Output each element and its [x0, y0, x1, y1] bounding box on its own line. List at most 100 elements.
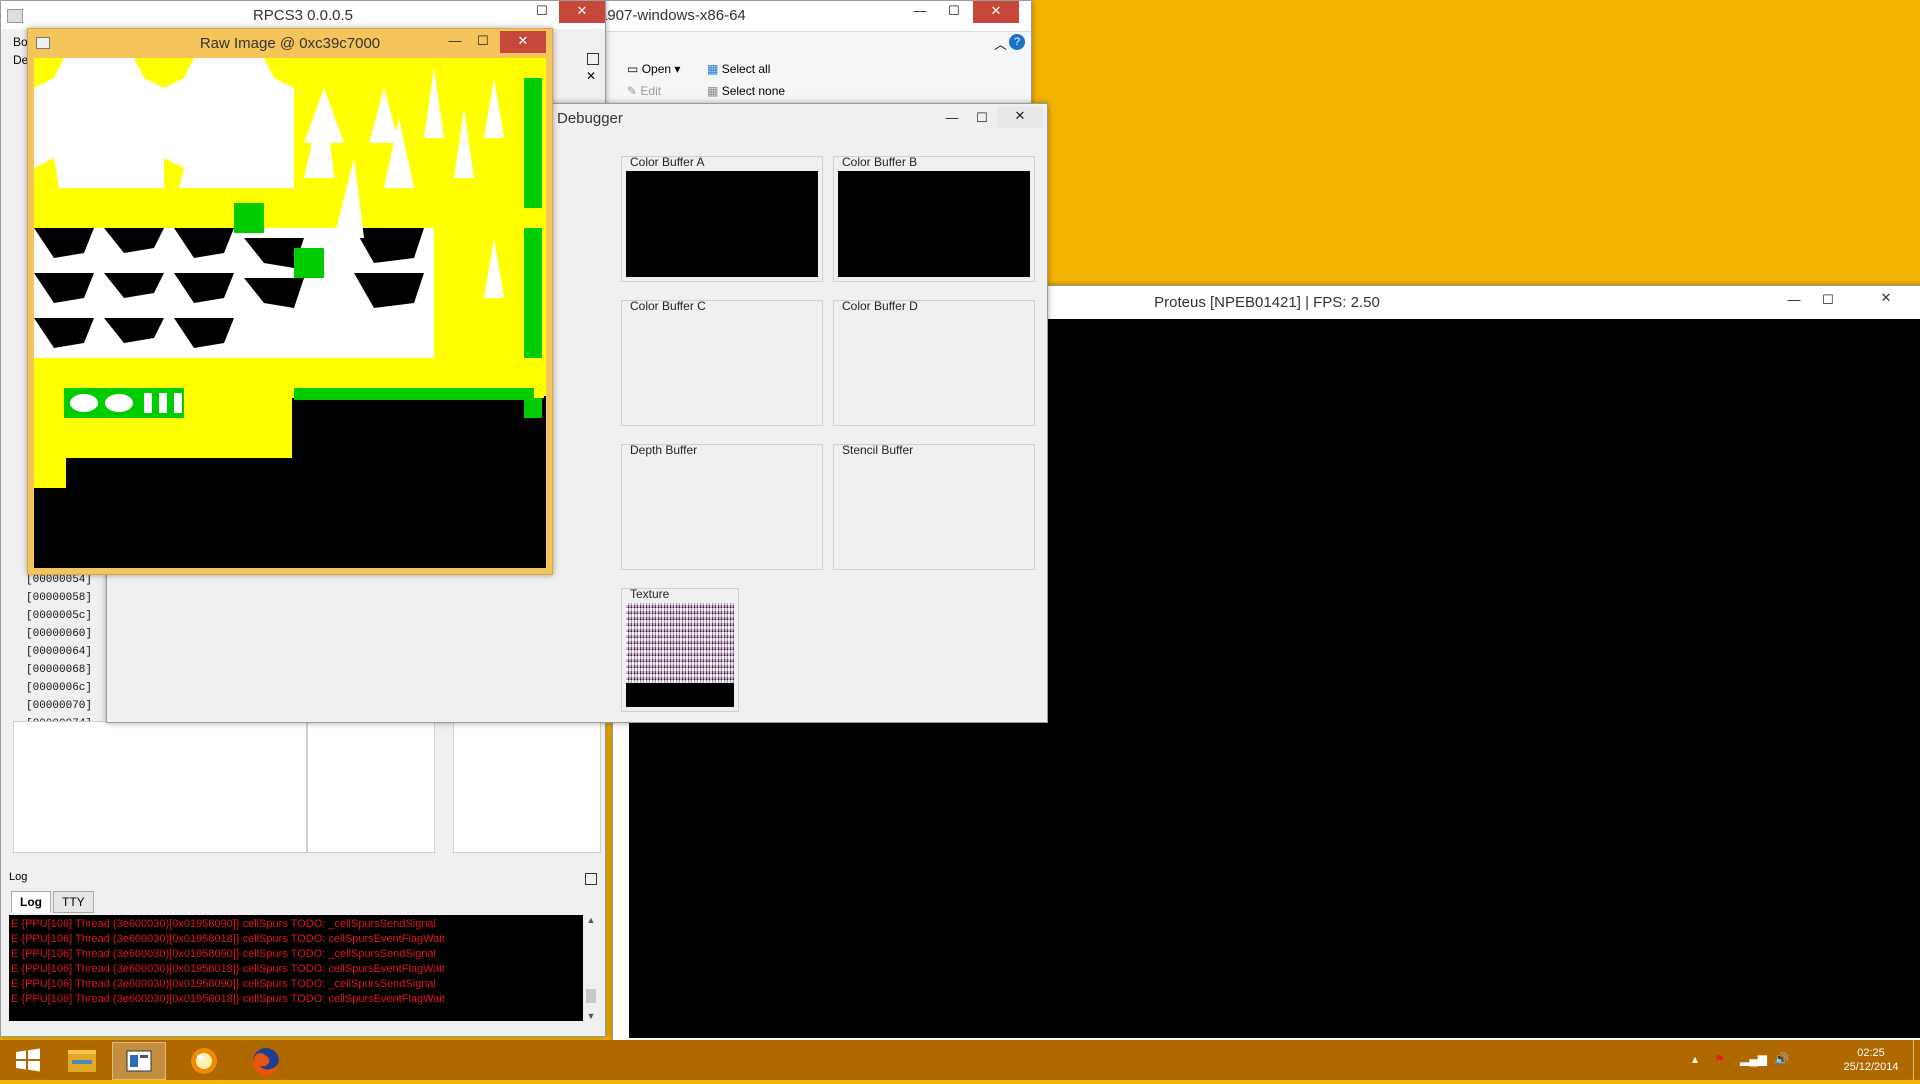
raw-image-window: Raw Image @ 0xc39c7000 — ☐ ✕ [27, 28, 553, 575]
debugger-body: Color Buffer A Color Buffer B Color Buff… [613, 142, 1035, 714]
taskbar: ▴ ⚑ ▂▄▆ 🔊 02:25 25/12/2014 [0, 1040, 1920, 1080]
middle-pane [307, 721, 435, 853]
address-row: [00000060] [26, 628, 93, 640]
show-hidden-icons-icon[interactable]: ▴ [1692, 1052, 1698, 1066]
file-explorer-icon[interactable] [56, 1042, 108, 1078]
volume-icon[interactable]: 🔊 [1774, 1052, 1789, 1066]
texture-view[interactable] [626, 603, 734, 707]
color-buffer-d-label: Color Buffer D [842, 299, 918, 313]
float-button[interactable] [587, 53, 599, 65]
rpcs3-titlebar: RPCS3 0.0.0.5 ☐ ✕ [1, 1, 605, 29]
select-none-label: Select none [721, 84, 786, 98]
select-all-icon: ▦ [707, 62, 719, 76]
rpcs3-title: RPCS3 0.0.0.5 [252, 7, 354, 24]
maximize-button[interactable]: ☐ [525, 1, 559, 23]
color-buffer-d-panel: Color Buffer D [833, 299, 1035, 426]
select-all-label: Select all [721, 62, 771, 76]
select-none-icon: ▦ [707, 84, 719, 98]
help-icon[interactable]: ? [1009, 34, 1025, 50]
address-row: [00000064] [26, 646, 93, 658]
show-desktop-button[interactable] [1913, 1040, 1920, 1080]
color-buffer-c-label: Color Buffer C [630, 299, 706, 313]
address-list: [00000054] [00000058] [0000005c] [000000… [26, 571, 92, 733]
color-buffer-c-panel: Color Buffer C [621, 299, 823, 426]
rpcs3-app-icon[interactable] [112, 1042, 166, 1080]
right-pane [453, 721, 601, 853]
log-line: E {PPU[106] Thread (3e600030)[0x01958018… [11, 993, 445, 1005]
collapse-ribbon-icon[interactable]: ︿ [994, 34, 1007, 53]
ppsspp-icon[interactable] [178, 1042, 230, 1078]
depth-buffer-label: Depth Buffer [630, 443, 698, 457]
ribbon: ︿ ? ▭ Open ▾ ✎ Edit ▦ Select all ▦ Selec… [591, 31, 1031, 111]
close-button[interactable]: ✕ [973, 1, 1019, 23]
minimize-button[interactable]: — [903, 1, 937, 23]
color-buffer-a-view[interactable] [626, 171, 818, 277]
explorer-title: a907-windows-x86-64 [599, 7, 746, 24]
close-pane-icon[interactable]: ✕ [586, 69, 596, 83]
clock-time: 02:25 [1857, 1047, 1885, 1059]
system-tray: ▴ ⚑ ▂▄▆ 🔊 [1692, 1052, 1802, 1068]
windows-start-icon[interactable] [2, 1042, 54, 1078]
close-button[interactable]: ✕ [997, 106, 1043, 128]
color-buffer-b-view[interactable] [838, 171, 1030, 277]
close-button[interactable]: ✕ [1863, 288, 1909, 310]
open-button[interactable]: ▭ Open ▾ [627, 62, 680, 76]
edit-icon: ✎ [627, 84, 638, 98]
color-buffer-a-label: Color Buffer A [630, 155, 705, 169]
float-button[interactable] [585, 873, 597, 885]
texture-label: Texture [630, 587, 670, 601]
action-center-flag-icon[interactable]: ⚑ [1714, 1052, 1725, 1066]
stencil-buffer-panel: Stencil Buffer [833, 443, 1035, 570]
edit-button[interactable]: ✎ Edit [627, 84, 661, 98]
log-line: E {PPU[106] Thread (3e600030)[0x01958018… [11, 933, 445, 945]
close-button[interactable]: ✕ [500, 31, 546, 53]
maximize-button[interactable]: ☐ [937, 1, 971, 23]
texture-atlas-image [34, 58, 546, 568]
open-icon: ▭ [627, 62, 639, 76]
scroll-up-icon[interactable]: ▲ [583, 915, 599, 925]
tab-log[interactable]: Log [11, 891, 51, 913]
address-row: [0000005c] [26, 610, 93, 622]
explorer-window: a907-windows-x86-64 — ☐ ✕ ︿ ? ▭ Open ▾ ✎… [590, 0, 1032, 112]
vertical-scrollbar[interactable]: ▲ ▼ [583, 915, 599, 1021]
maximize-button[interactable]: ☐ [965, 108, 999, 130]
debugger-title: Debugger [557, 110, 623, 127]
select-all-button[interactable]: ▦ Select all [707, 62, 770, 76]
address-row: [00000058] [26, 592, 93, 604]
close-button[interactable]: ✕ [559, 1, 605, 23]
tab-tty[interactable]: TTY [53, 891, 94, 913]
network-signal-icon[interactable]: ▂▄▆ [1740, 1052, 1767, 1066]
minimize-button[interactable]: — [1777, 290, 1811, 312]
open-label: Open [641, 62, 672, 76]
firefox-icon[interactable] [240, 1042, 292, 1078]
clock[interactable]: 02:25 25/12/2014 [1834, 1046, 1908, 1074]
minimize-button[interactable]: — [935, 108, 969, 130]
log-output: E {PPU[106] Thread (3e600030)[0x01958090… [9, 915, 599, 1021]
edit-label: Edit [640, 84, 662, 98]
depth-buffer-panel: Depth Buffer [621, 443, 823, 570]
clock-date: 25/12/2014 [1843, 1061, 1899, 1073]
stencil-buffer-label: Stencil Buffer [842, 443, 914, 457]
menu-fragment-1[interactable]: Bo [13, 35, 28, 49]
scroll-thumb[interactable] [586, 989, 596, 1003]
color-buffer-b-label: Color Buffer B [842, 155, 918, 169]
log-line: E {PPU[106] Thread (3e600030)[0x01958090… [11, 918, 436, 930]
log-line: E {PPU[106] Thread (3e600030)[0x01958018… [11, 963, 445, 975]
texture-empty-region [626, 683, 734, 707]
address-row: [0000006c] [26, 682, 93, 694]
raw-image-canvas[interactable] [34, 58, 546, 568]
color-buffer-a-panel: Color Buffer A [621, 155, 823, 282]
log-line: E {PPU[106] Thread (3e600030)[0x01958090… [11, 948, 436, 960]
log-title: Log [9, 871, 28, 883]
address-row: [00000068] [26, 664, 93, 676]
explorer-titlebar: a907-windows-x86-64 — ☐ ✕ [591, 1, 1031, 31]
maximize-button[interactable]: ☐ [466, 31, 500, 53]
texture-panel: Texture [621, 587, 739, 712]
select-none-button[interactable]: ▦ Select none [707, 84, 785, 98]
log-dock: Log Log TTY E {PPU[106] Thread (3e600030… [1, 869, 605, 1036]
texture-noise-band [626, 603, 734, 683]
scroll-down-icon[interactable]: ▼ [583, 1011, 599, 1021]
log-tabs: Log TTY [11, 891, 311, 913]
maximize-button[interactable]: ☐ [1811, 290, 1845, 312]
left-pane [13, 721, 307, 853]
